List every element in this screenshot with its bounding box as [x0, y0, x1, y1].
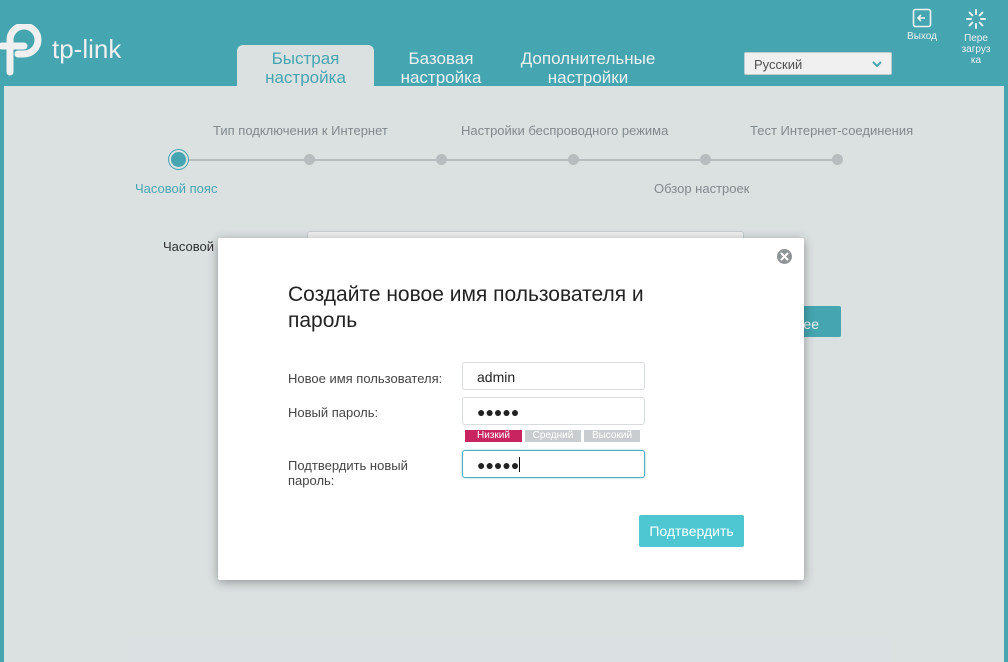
- username-label: Новое имя пользователя:: [288, 371, 443, 386]
- strength-low: Низкий: [465, 430, 522, 442]
- password-label: Новый пароль:: [288, 405, 379, 420]
- confirm-label-line1: Подтвердить новый: [288, 458, 408, 473]
- confirm-label-line2: пароль:: [288, 473, 335, 488]
- close-button[interactable]: [777, 249, 792, 264]
- username-input[interactable]: admin: [462, 362, 645, 390]
- confirm-button[interactable]: Подтвердить: [639, 515, 744, 547]
- strength-high: Высокий: [584, 430, 640, 442]
- close-icon: [780, 252, 789, 261]
- password-value: ●●●●●: [477, 404, 520, 420]
- username-value: admin: [477, 369, 516, 385]
- text-caret: [519, 457, 521, 472]
- confirm-password-input[interactable]: ●●●●●: [462, 450, 645, 478]
- confirm-password-label: Подтвердить новый пароль:: [288, 458, 408, 488]
- confirm-password-value: ●●●●●: [477, 457, 520, 473]
- create-credentials-dialog: Создайте новое имя пользователя и пароль…: [218, 238, 804, 580]
- dialog-title: Создайте новое имя пользователя и пароль: [288, 283, 644, 332]
- password-input[interactable]: ●●●●●: [462, 397, 645, 425]
- strength-medium: Средний: [525, 430, 581, 442]
